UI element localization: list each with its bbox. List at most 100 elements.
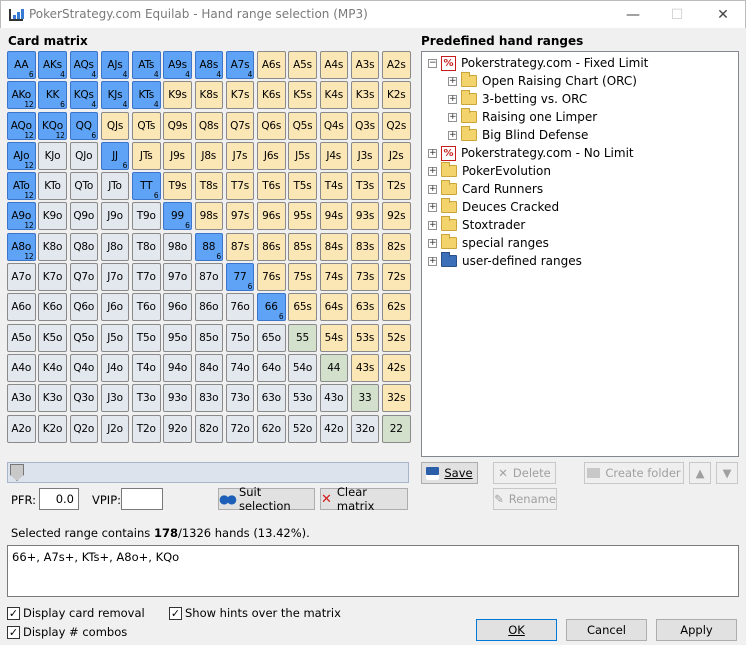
hand-cell[interactable]: 55 <box>288 323 317 352</box>
hand-cell[interactable]: Q7o <box>69 263 98 292</box>
hand-cell[interactable]: Q6o <box>69 293 98 322</box>
hand-cell[interactable]: KTs 4 <box>132 81 161 110</box>
expand-icon[interactable]: + <box>448 76 457 86</box>
hand-cell[interactable]: 99 6 <box>163 202 192 231</box>
hand-cell[interactable]: T5s <box>288 172 317 201</box>
hand-cell[interactable]: Q9o <box>69 202 98 231</box>
hand-cell[interactable]: J3s <box>350 141 380 170</box>
hand-cell[interactable]: J6o <box>100 293 130 322</box>
hand-cell[interactable]: T7o <box>132 263 161 292</box>
hand-cell[interactable]: T6o <box>132 293 161 322</box>
hand-cell[interactable]: AQs 4 <box>69 51 98 79</box>
tree-node-orc[interactable]: + Open Raising Chart (ORC) <box>448 72 637 90</box>
hand-cell[interactable]: T5o <box>132 323 161 352</box>
hand-cell[interactable]: J8o <box>100 232 130 261</box>
hand-cell[interactable]: KTo <box>38 172 67 201</box>
hand-cell[interactable]: KJs 4 <box>100 81 130 110</box>
hand-cell[interactable]: K2o <box>38 414 67 443</box>
hand-cell[interactable]: 94s <box>319 202 348 231</box>
hand-cell[interactable]: A3s <box>350 51 380 79</box>
hand-cell[interactable]: J9s <box>163 141 192 170</box>
hand-cell[interactable]: A2s <box>382 51 411 79</box>
hand-cell[interactable]: A6o <box>7 293 36 322</box>
tree-node-special-ranges[interactable]: + special ranges <box>428 234 549 252</box>
hand-cell[interactable]: 53o <box>288 384 317 413</box>
hand-cell[interactable]: 44 <box>319 353 348 382</box>
hand-cell[interactable]: 33 <box>350 384 380 413</box>
hand-cell[interactable]: A4s <box>319 51 348 79</box>
hand-cell[interactable]: K5s <box>288 81 317 110</box>
checkbox-checked-icon[interactable]: ✓ <box>169 606 182 620</box>
hand-cell[interactable]: JTs <box>132 141 161 170</box>
hand-cell[interactable]: 54s <box>319 323 348 352</box>
hand-cell[interactable]: J7s <box>225 141 255 170</box>
tree-node-deuces-cracked[interactable]: + Deuces Cracked <box>428 198 559 216</box>
hand-cell[interactable]: 96o <box>163 293 192 322</box>
hand-cell[interactable]: A7o <box>7 263 36 292</box>
hand-cell[interactable]: 75o <box>225 323 255 352</box>
tree-node-card-runners[interactable]: + Card Runners <box>428 180 543 198</box>
hand-cell[interactable]: A5o <box>7 323 36 352</box>
tree-node-stoxtrader[interactable]: + Stoxtrader <box>428 216 525 234</box>
expand-icon[interactable]: + <box>428 184 437 194</box>
hand-cell[interactable]: 97s <box>225 202 255 231</box>
hand-cell[interactable]: QQ 6 <box>69 111 98 140</box>
expand-icon[interactable]: + <box>448 130 457 140</box>
hand-cell[interactable]: K4o <box>38 353 67 382</box>
ok-button[interactable]: OK <box>476 619 557 641</box>
hand-cell[interactable]: J4s <box>319 141 348 170</box>
hand-cell[interactable]: 73s <box>350 263 380 292</box>
move-down-button[interactable]: ▼ <box>716 462 738 484</box>
hand-cell[interactable]: 74o <box>225 353 255 382</box>
hand-cell[interactable]: 42o <box>319 414 348 443</box>
hand-cell[interactable]: 63o <box>257 384 286 413</box>
vpip-input[interactable] <box>121 488 163 510</box>
hand-cell[interactable]: T2s <box>382 172 411 201</box>
hand-cell[interactable]: A5s <box>288 51 317 79</box>
expand-icon[interactable]: + <box>428 202 437 212</box>
hand-cell[interactable]: AQo 12 <box>7 111 36 140</box>
hand-cell[interactable]: T3o <box>132 384 161 413</box>
hand-cell[interactable]: TT 6 <box>132 172 161 201</box>
hand-cell[interactable]: 93o <box>163 384 192 413</box>
hand-cell[interactable]: AA 6 <box>7 51 36 79</box>
hand-cell[interactable]: 53s <box>350 323 380 352</box>
hand-cell[interactable]: JJ 6 <box>100 141 130 170</box>
hand-cell[interactable]: 84o <box>194 353 223 382</box>
hand-cell[interactable]: 22 <box>382 414 411 443</box>
hand-cell[interactable]: K8o <box>38 232 67 261</box>
save-button[interactable]: Save <box>421 462 478 484</box>
hand-cell[interactable]: J4o <box>100 353 130 382</box>
hand-cell[interactable]: 63s <box>350 293 380 322</box>
hand-cell[interactable]: 85s <box>288 232 317 261</box>
hand-cell[interactable]: 95o <box>163 323 192 352</box>
hand-cell[interactable]: QTs <box>132 111 161 140</box>
hand-cell[interactable]: T6s <box>257 172 286 201</box>
hand-cell[interactable]: J8s <box>194 141 223 170</box>
hand-cell[interactable]: K6s <box>257 81 286 110</box>
hand-cell[interactable]: T2o <box>132 414 161 443</box>
hand-cell[interactable]: K7o <box>38 263 67 292</box>
hand-cell[interactable]: 76s <box>257 263 286 292</box>
hand-cell[interactable]: K8s <box>194 81 223 110</box>
hand-cell[interactable]: A7s 4 <box>225 51 255 79</box>
display-combos-checkbox[interactable]: ✓ Display # combos <box>7 625 127 639</box>
hand-cell[interactable]: 76o <box>225 293 255 322</box>
hand-cell[interactable]: T3s <box>350 172 380 201</box>
hand-cell[interactable]: 73o <box>225 384 255 413</box>
hand-cell[interactable]: A8o 12 <box>7 232 36 261</box>
hand-cell[interactable]: JTo <box>100 172 130 201</box>
hand-cell[interactable]: K3s <box>350 81 380 110</box>
hand-cell[interactable]: J9o <box>100 202 130 231</box>
hand-cell[interactable]: KK 6 <box>38 81 67 110</box>
hand-cell[interactable]: K5o <box>38 323 67 352</box>
hand-cell[interactable]: Q7s <box>225 111 255 140</box>
range-text-field[interactable]: 66+, A7s+, KTs+, A8o+, KQo <box>7 545 739 597</box>
hand-cell[interactable]: Q2o <box>69 414 98 443</box>
expand-icon[interactable]: + <box>428 148 437 158</box>
hand-cell[interactable]: Q5s <box>288 111 317 140</box>
expand-icon[interactable]: + <box>428 256 437 266</box>
hand-cell[interactable]: T9o <box>132 202 161 231</box>
hand-cell[interactable]: Q4s <box>319 111 348 140</box>
hand-cell[interactable]: A4o <box>7 353 36 382</box>
